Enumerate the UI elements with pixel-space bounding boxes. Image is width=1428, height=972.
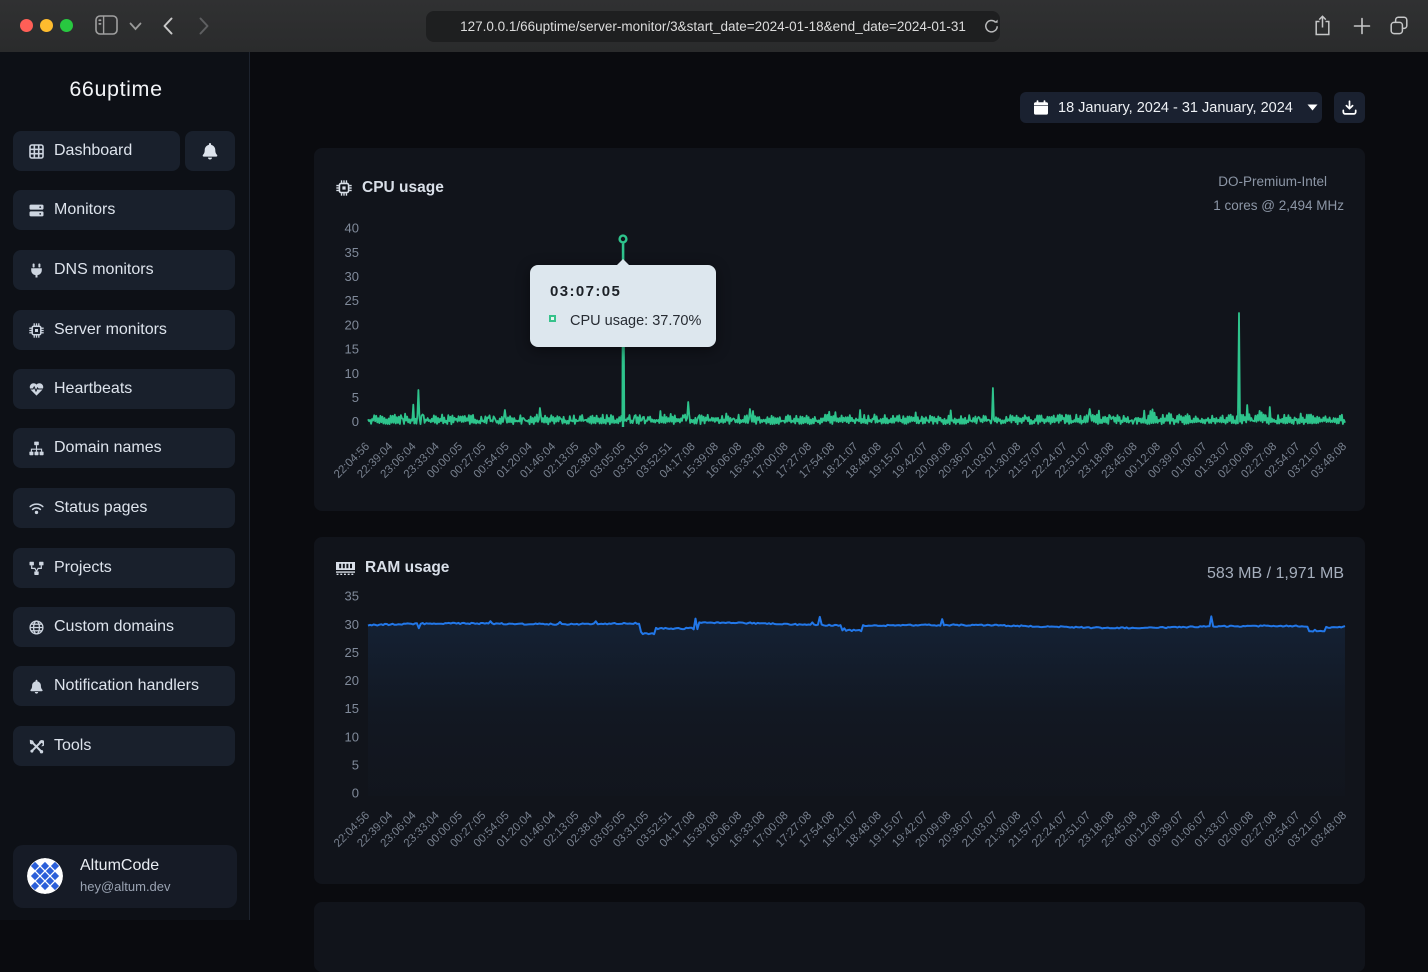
svg-text:35: 35: [345, 589, 359, 604]
svg-text:25: 25: [345, 293, 359, 308]
svg-text:15: 15: [345, 701, 359, 716]
svg-text:25: 25: [345, 645, 359, 660]
svg-text:0: 0: [352, 414, 359, 429]
svg-text:10: 10: [345, 729, 359, 744]
svg-text:15: 15: [345, 342, 359, 357]
svg-text:20: 20: [345, 317, 359, 332]
svg-text:30: 30: [345, 617, 359, 632]
svg-text:10: 10: [345, 366, 359, 381]
svg-text:5: 5: [352, 390, 359, 405]
svg-text:35: 35: [345, 245, 359, 260]
svg-text:30: 30: [345, 269, 359, 284]
svg-text:0: 0: [352, 786, 359, 801]
svg-text:40: 40: [345, 221, 359, 236]
svg-text:5: 5: [352, 758, 359, 773]
svg-text:20: 20: [345, 673, 359, 688]
